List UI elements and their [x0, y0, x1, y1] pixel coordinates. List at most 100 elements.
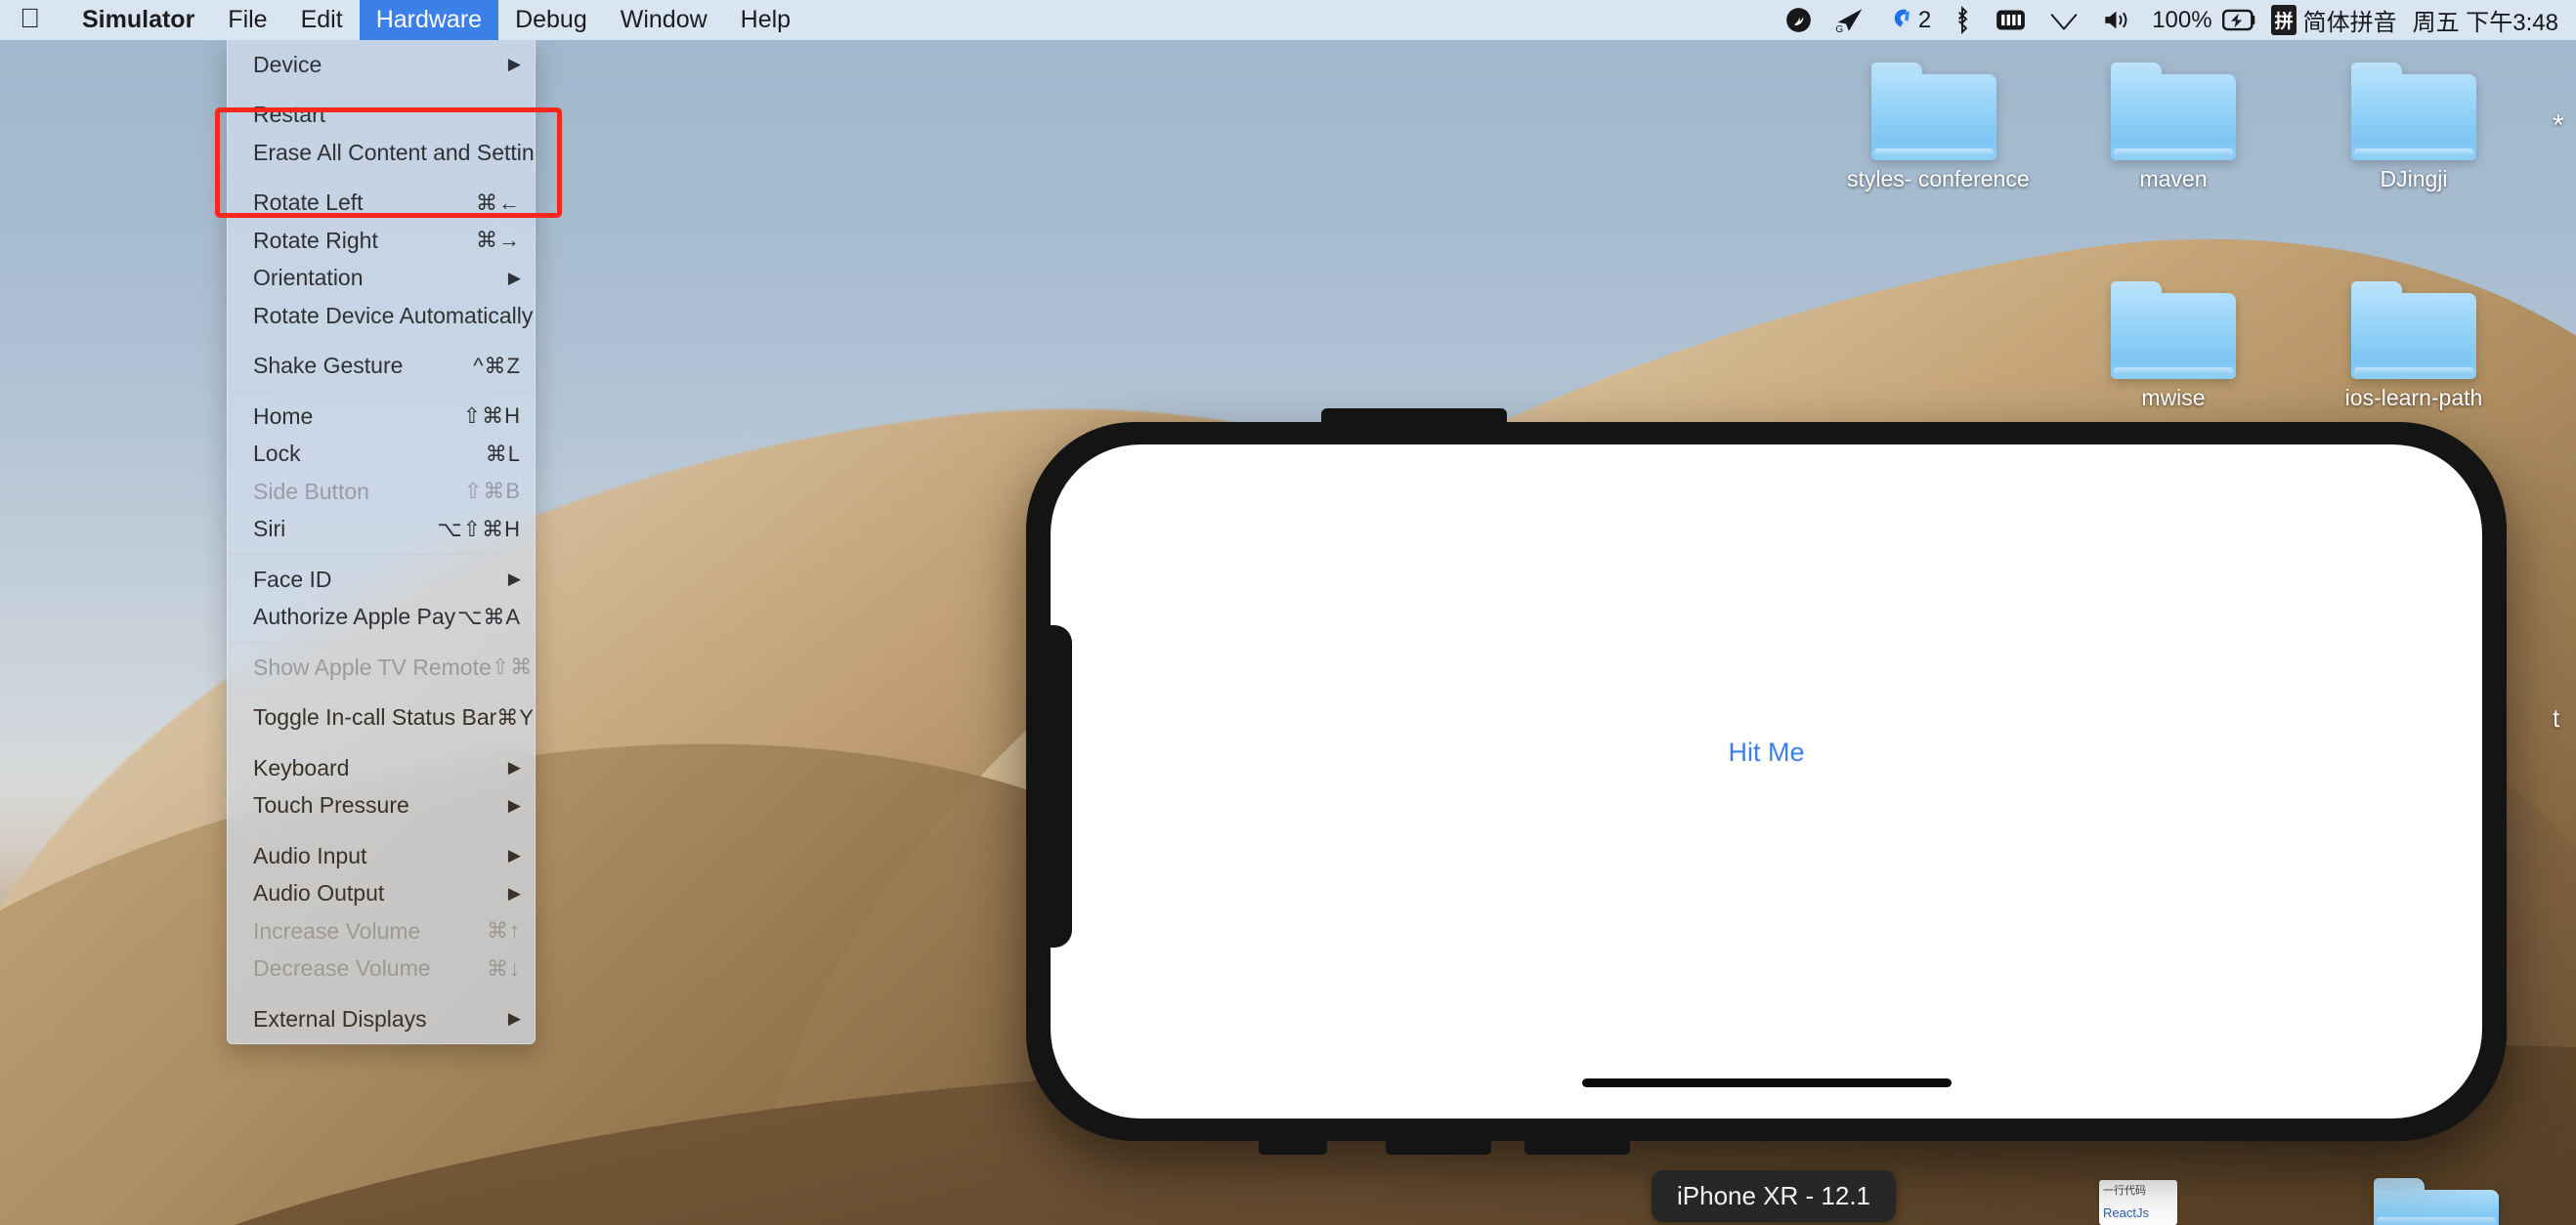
desktop-icon-folder[interactable]: mwise: [2086, 281, 2260, 411]
desktop-icon-folder[interactable]: ios-learn-path: [2327, 281, 2501, 411]
menu-item-label: Audio Input: [253, 842, 367, 868]
menubar-item-window[interactable]: Window: [604, 0, 724, 40]
menubar-item-help[interactable]: Help: [724, 0, 807, 40]
menu-item-siri[interactable]: Siri ⌥⇧⌘H: [228, 511, 535, 549]
menu-item-decrease-volume: Decrease Volume ⌘↓: [228, 950, 535, 989]
menu-bar:  Simulator File Edit Hardware Debug Win…: [0, 0, 2576, 40]
menu-item-orientation[interactable]: Orientation ▶: [228, 260, 535, 298]
desktop-icon-folder[interactable]: styles- conference: [1847, 63, 2030, 192]
menu-item-shake-gesture[interactable]: Shake Gesture ^⌘Z: [228, 348, 535, 386]
menu-item-shortcut: ⌘↑: [487, 918, 521, 944]
menubar-status-area: G 2 100% 拼 简体拼音 周五 下午3:48: [1774, 0, 2576, 40]
wifi-icon[interactable]: [2038, 0, 2090, 40]
menubar-item-edit[interactable]: Edit: [284, 0, 360, 40]
device-button-volume-up[interactable]: [1386, 1137, 1491, 1155]
menu-separator: [228, 177, 535, 179]
menu-item-shortcut: ⌥⇧⌘H: [437, 516, 521, 541]
volume-icon[interactable]: [2090, 0, 2142, 40]
desktop-icon-folder[interactable]: maven: [2086, 63, 2260, 192]
menu-item-increase-volume: Increase Volume ⌘↑: [228, 912, 535, 950]
menu-item-show-apple-tv-remote: Show Apple TV Remote ⇧⌘R: [228, 649, 535, 687]
menu-item-label: Shake Gesture: [253, 353, 404, 379]
shadowsocks-icon[interactable]: [1774, 0, 1824, 40]
paper-plane-icon[interactable]: G: [1824, 0, 1876, 40]
menu-item-label: Authorize Apple Pay: [253, 604, 456, 630]
menu-item-rotate-left[interactable]: Rotate Left ⌘←: [228, 185, 535, 223]
simulator-window[interactable]: Hit Me: [1026, 408, 2507, 1155]
menu-item-touch-pressure[interactable]: Touch Pressure ▶: [228, 787, 535, 825]
menu-item-label: Touch Pressure: [253, 792, 409, 819]
menu-item-rotate-right[interactable]: Rotate Right ⌘→: [228, 222, 535, 260]
menu-item-home[interactable]: Home ⇧⌘H: [228, 398, 535, 436]
desktop-icon-folder[interactable]: DJingji: [2327, 63, 2501, 192]
desktop-edge-mark: *: [2553, 109, 2564, 142]
folder-icon: [2111, 281, 2236, 379]
desktop-icon-label: DJingji: [2380, 166, 2448, 191]
apple-logo-icon[interactable]: : [20, 4, 40, 36]
menu-item-label: Lock: [253, 441, 301, 467]
menu-item-toggle-in-call-status-bar[interactable]: Toggle In-call Status Bar ⌘Y: [228, 699, 535, 738]
device-notch: [1051, 625, 1072, 948]
menu-separator: [228, 642, 535, 643]
menu-item-authorize-apple-pay[interactable]: Authorize Apple Pay ⌥⌘A: [228, 599, 535, 637]
menu-item-label: Decrease Volume: [253, 955, 431, 982]
menu-item-label: Rotate Right: [253, 227, 378, 253]
menubar-app-name[interactable]: Simulator: [65, 0, 211, 40]
ime-badge-icon[interactable]: 拼: [2270, 5, 2297, 35]
chevron-right-icon: ▶: [507, 268, 521, 287]
menu-item-shortcut: ⇧⌘B: [463, 479, 521, 504]
hit-me-button[interactable]: Hit Me: [1051, 738, 2482, 768]
chevron-right-icon: ▶: [507, 1009, 521, 1029]
menu-item-lock[interactable]: Lock ⌘L: [228, 436, 535, 474]
battery-charging-icon[interactable]: [2220, 0, 2271, 40]
menu-item-label: Increase Volume: [253, 917, 421, 944]
menu-item-face-id[interactable]: Face ID ▶: [228, 561, 535, 599]
menubar-item-debug[interactable]: Debug: [498, 0, 604, 40]
menu-separator: [228, 340, 535, 342]
desktop-icon-label: maven: [2139, 166, 2208, 191]
battery-percentage: 100%: [2152, 6, 2212, 33]
g-app-icon[interactable]: [1876, 0, 1916, 40]
menu-item-label: Device: [253, 51, 322, 77]
menu-item-label: Side Button: [253, 478, 369, 504]
desktop-icon-label: mwise: [2141, 385, 2206, 410]
menu-item-label: Toggle In-call Status Bar: [253, 704, 497, 731]
ime-label[interactable]: 简体拼音: [2303, 0, 2403, 40]
menubar-item-file[interactable]: File: [211, 0, 283, 40]
battery-meter-icon[interactable]: [1984, 0, 2038, 40]
menu-item-shortcut: ⇧⌘H: [462, 403, 521, 429]
menu-separator: [228, 554, 535, 555]
desktop-icon-folder[interactable]: [2349, 1178, 2523, 1225]
menu-item-audio-output[interactable]: Audio Output ▶: [228, 875, 535, 913]
menu-item-audio-input[interactable]: Audio Input ▶: [228, 837, 535, 875]
device-button-silent[interactable]: [1259, 1137, 1327, 1155]
chevron-right-icon: ▶: [507, 795, 521, 815]
menu-item-device[interactable]: Device ▶: [228, 46, 535, 84]
folder-icon: [2351, 63, 2476, 160]
menubar-item-hardware[interactable]: Hardware: [359, 0, 499, 40]
menu-item-label: Audio Output: [253, 880, 385, 907]
menu-item-keyboard[interactable]: Keyboard ▶: [228, 749, 535, 787]
device-button-volume-down[interactable]: [1524, 1137, 1630, 1155]
device-button-power[interactable]: [1321, 408, 1507, 426]
device-screen[interactable]: Hit Me: [1051, 444, 2482, 1119]
clock[interactable]: 周五 下午3:48: [2403, 3, 2558, 37]
menu-item-shortcut: ⌘Y: [496, 704, 535, 730]
hardware-menu-dropdown[interactable]: Device ▶ Restart Erase All Content and S…: [227, 40, 536, 1044]
device-bezel: Hit Me: [1026, 408, 2507, 1155]
menu-item-label: Face ID: [253, 566, 332, 592]
folder-icon: [2111, 63, 2236, 160]
menu-item-label: Show Apple TV Remote: [253, 654, 492, 680]
menu-item-rotate-device-automatically[interactable]: Rotate Device Automatically: [228, 297, 535, 335]
menu-item-shortcut: ⌘→: [476, 228, 521, 253]
menu-item-label: Erase All Content and Settings…: [253, 139, 535, 165]
menu-item-shortcut: ⌘L: [485, 441, 521, 466]
menu-item-restart[interactable]: Restart: [228, 97, 535, 135]
menu-item-label: Rotate Left: [253, 190, 364, 216]
bluetooth-icon[interactable]: [1941, 0, 1984, 40]
document-icon[interactable]: 一行代码 ReactJs: [2099, 1180, 2177, 1225]
menu-item-label: Home: [253, 402, 314, 429]
menu-item-erase-all-content[interactable]: Erase All Content and Settings…: [228, 134, 535, 172]
menu-separator: [228, 89, 535, 91]
menu-item-external-displays[interactable]: External Displays ▶: [228, 1000, 535, 1038]
